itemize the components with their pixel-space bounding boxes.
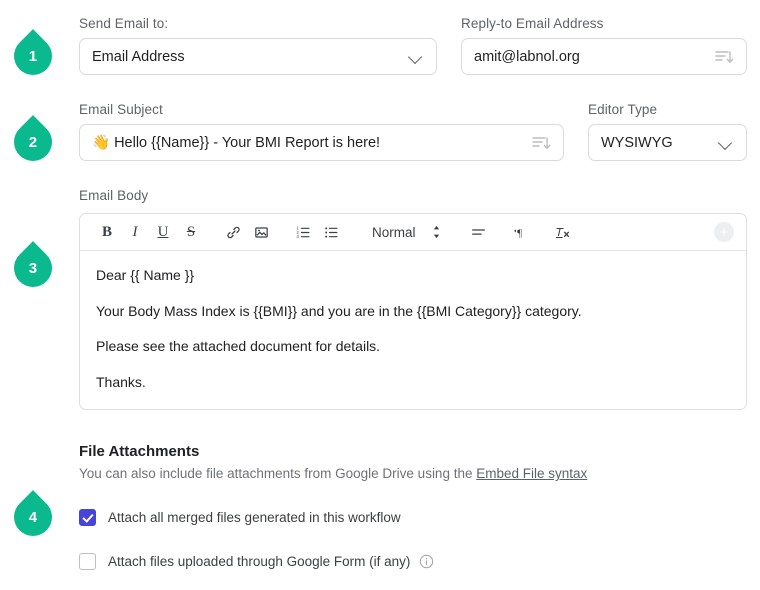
svg-text:3: 3 bbox=[296, 234, 299, 239]
body-paragraph: Thanks. bbox=[96, 373, 146, 390]
svg-text:¶: ¶ bbox=[517, 227, 522, 239]
email-subject-label: Email Subject bbox=[79, 102, 163, 117]
step-marker-number: 3 bbox=[28, 259, 38, 277]
reply-to-input[interactable]: amit@labnol.org bbox=[461, 38, 747, 75]
list-dropdown-icon[interactable] bbox=[531, 134, 551, 152]
image-icon[interactable] bbox=[248, 219, 274, 245]
bullet-list-icon[interactable] bbox=[318, 219, 344, 245]
send-email-to-label: Send Email to: bbox=[79, 16, 169, 31]
clear-formatting-icon[interactable] bbox=[550, 219, 576, 245]
reply-to-value: amit@labnol.org bbox=[474, 48, 580, 65]
embed-file-syntax-link[interactable]: Embed File syntax bbox=[476, 466, 587, 481]
send-email-to-select[interactable]: Email Address bbox=[79, 38, 437, 75]
underline-label: U bbox=[157, 223, 169, 240]
attach-form-files-label: Attach files uploaded through Google For… bbox=[108, 554, 411, 569]
ordered-list-icon[interactable]: 1 2 3 bbox=[290, 219, 316, 245]
chevron-down-icon bbox=[408, 49, 424, 65]
body-paragraph: Your Body Mass Index is {{BMI}} and you … bbox=[96, 302, 582, 319]
editor-type-value: WYSIWYG bbox=[601, 134, 673, 151]
link-icon[interactable] bbox=[220, 219, 246, 245]
step-marker-1: 1 bbox=[6, 29, 66, 83]
email-body-content[interactable]: Dear {{ Name }} Your Body Mass Index is … bbox=[80, 251, 746, 401]
format-select-value: Normal bbox=[372, 224, 416, 240]
step-marker-3: 3 bbox=[6, 241, 66, 295]
plus-circle-icon[interactable]: + bbox=[714, 222, 734, 242]
bold-label: B bbox=[101, 223, 112, 240]
italic-button[interactable]: I bbox=[122, 219, 148, 245]
attach-form-files-row[interactable]: Attach files uploaded through Google For… bbox=[79, 553, 434, 570]
up-down-arrows-icon bbox=[430, 225, 444, 239]
email-subject-input[interactable]: 👋 Hello {{Name}} - Your BMI Report is he… bbox=[79, 124, 564, 161]
strikethrough-button[interactable]: S bbox=[178, 219, 204, 245]
reply-to-label: Reply-to Email Address bbox=[461, 16, 604, 31]
underline-button[interactable]: U bbox=[150, 219, 176, 245]
email-body-label: Email Body bbox=[79, 188, 149, 203]
step-marker-2: 2 bbox=[6, 115, 66, 169]
list-dropdown-icon[interactable] bbox=[714, 48, 734, 66]
info-circle-icon[interactable] bbox=[419, 554, 434, 569]
body-paragraph: Dear {{ Name }} bbox=[96, 267, 195, 283]
send-email-to-value: Email Address bbox=[92, 48, 185, 65]
chevron-down-icon bbox=[718, 135, 734, 151]
text-direction-icon[interactable]: ¶ bbox=[508, 219, 534, 245]
email-body-editor: B I U S 1 2 3 Normal ¶ + Dear {{Name}}… bbox=[79, 213, 747, 410]
step-marker-number: 1 bbox=[28, 47, 38, 65]
editor-toolbar: B I U S 1 2 3 Normal ¶ + bbox=[80, 214, 746, 251]
attach-form-files-checkbox[interactable] bbox=[79, 553, 96, 570]
step-marker-4: 4 bbox=[6, 490, 66, 544]
file-attachments-title: File Attachments bbox=[79, 443, 200, 460]
body-paragraph: Please see the attached document for det… bbox=[96, 338, 381, 354]
strikethrough-label: S bbox=[186, 223, 196, 240]
editor-type-label: Editor Type bbox=[588, 102, 658, 117]
attach-merged-files-checkbox[interactable] bbox=[79, 509, 96, 526]
align-icon[interactable] bbox=[466, 219, 492, 245]
email-subject-value: 👋 Hello {{Name}} - Your BMI Report is he… bbox=[92, 135, 381, 151]
step-marker-number: 4 bbox=[28, 508, 38, 526]
attach-merged-files-label: Attach all merged files generated in thi… bbox=[108, 510, 401, 525]
editor-type-select[interactable]: WYSIWYG bbox=[588, 124, 747, 161]
bold-button[interactable]: B bbox=[94, 219, 120, 245]
step-marker-number: 2 bbox=[28, 133, 38, 151]
file-attachments-subtitle: You can also include file attachments fr… bbox=[79, 466, 587, 481]
file-attachments-subtitle-text: You can also include file attachments fr… bbox=[79, 466, 477, 481]
attach-merged-files-row[interactable]: Attach all merged files generated in thi… bbox=[79, 509, 401, 526]
italic-label: I bbox=[132, 223, 138, 240]
format-select[interactable]: Normal bbox=[372, 225, 444, 240]
